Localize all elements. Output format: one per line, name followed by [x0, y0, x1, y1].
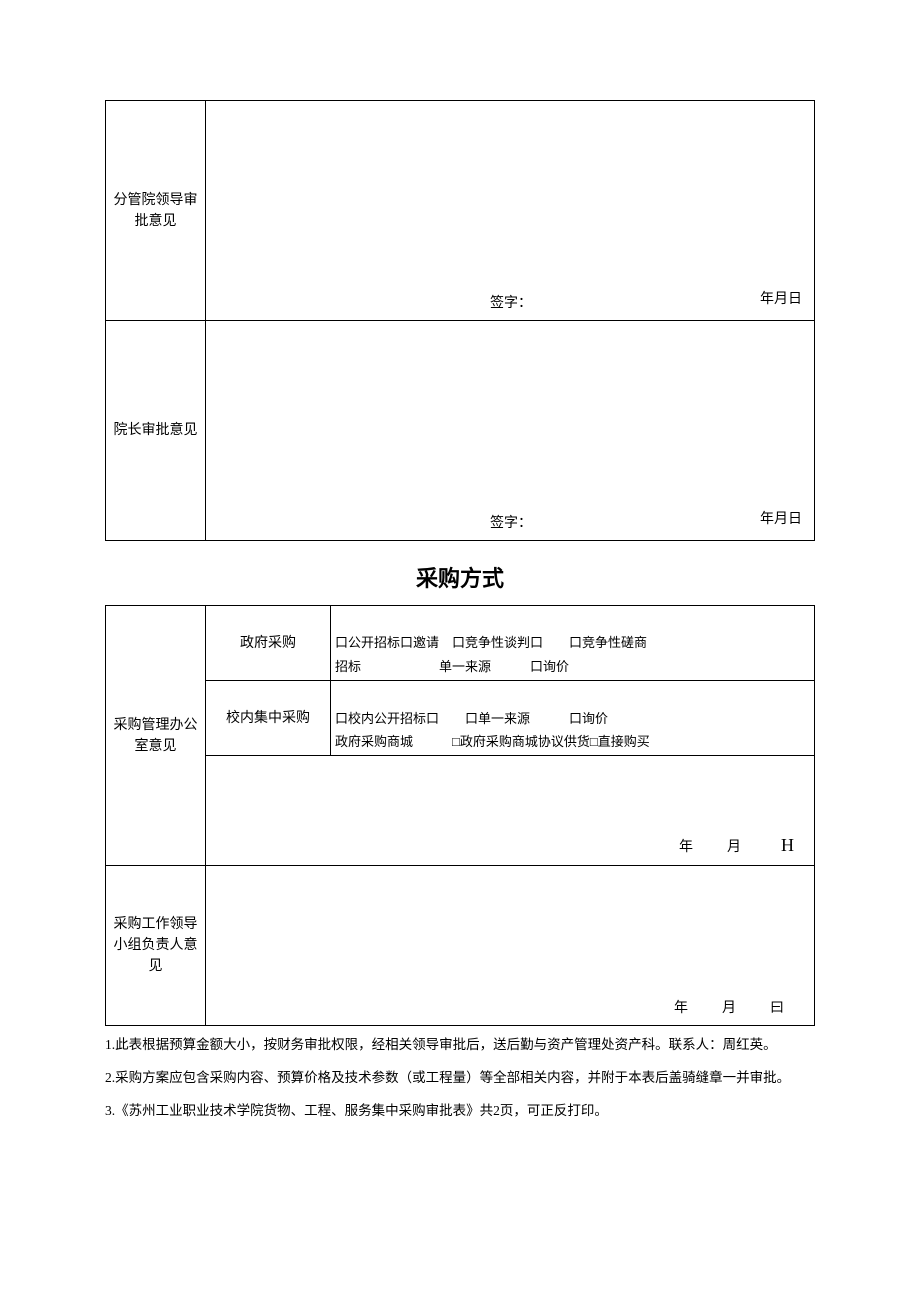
sign-date: 年月日: [760, 509, 802, 530]
label-text: 分管院领导审批意见: [114, 193, 198, 229]
notes-section: 1.此表根据预算金额大小，按财务审批权限，经相关领导审批后，送后勤与资产管理处资…: [105, 1034, 815, 1123]
school-procurement-options: 口校内公开招标口 口单一来源 口询价 政府采购商城 □政府采购商城协议供货□直接…: [331, 681, 815, 756]
deputy-leader-label: 分管院领导审批意见: [106, 101, 206, 321]
date-text: 年 月 曰: [674, 1001, 794, 1016]
sign-line-1: 签字： 年月日: [210, 293, 810, 314]
sign-line-2: 签字： 年月日: [210, 513, 810, 534]
date-suffix: H: [775, 835, 794, 855]
school-procurement-label: 校内集中采购: [206, 681, 331, 756]
section-title: 采购方式: [105, 561, 815, 593]
gov-procurement-options: 口公开招标口邀请 口竞争性谈判口 口竞争性磋商 招标 单一来源 口询价: [331, 606, 815, 681]
dean-content: 签字： 年月日: [206, 321, 815, 541]
gov-procurement-label: 政府采购: [206, 606, 331, 681]
options-text: 口校内公开招标口 口单一来源 口询价 政府采购商城 □政府采购商城协议供货□直接…: [335, 711, 650, 749]
dean-label: 院长审批意见: [106, 321, 206, 541]
mgmt-date-cell: 年 月 H: [206, 756, 815, 866]
date-text: 年 月: [679, 840, 775, 855]
note-1: 1.此表根据预算金额大小，按财务审批权限，经相关领导审批后，送后勤与资产管理处资…: [105, 1034, 815, 1057]
label-text: 校内集中采购: [226, 711, 310, 726]
label-text: 采购工作领导小组负责人意见: [114, 917, 198, 974]
note-3: 3.《苏州工业职业技术学院货物、工程、服务集中采购审批表》共2页，可正反打印。: [105, 1100, 815, 1123]
approval-table-1: 分管院领导审批意见 签字： 年月日 院长审批意见 签字： 年月日: [105, 100, 815, 541]
leader-group-label: 采购工作领导小组负责人意见: [106, 866, 206, 1026]
sign-prefix: 签字：: [490, 296, 532, 311]
label-text: 院长审批意见: [114, 423, 198, 438]
mgmt-office-label: 采购管理办公室意见: [106, 606, 206, 866]
sign-date: 年月日: [760, 289, 802, 310]
procurement-method-table: 采购管理办公室意见 政府采购 口公开招标口邀请 口竞争性谈判口 口竞争性磋商 招…: [105, 605, 815, 1026]
sign-prefix: 签字：: [490, 516, 532, 531]
deputy-leader-content: 签字： 年月日: [206, 101, 815, 321]
label-text: 政府采购: [240, 636, 296, 651]
options-text: 口公开招标口邀请 口竞争性谈判口 口竞争性磋商 招标 单一来源 口询价: [335, 635, 647, 673]
leader-date-cell: 年 月 曰: [206, 866, 815, 1026]
label-text: 采购管理办公室意见: [114, 718, 198, 754]
note-2: 2.采购方案应包含采购内容、预算价格及技术参数（或工程量）等全部相关内容，并附于…: [105, 1067, 815, 1090]
